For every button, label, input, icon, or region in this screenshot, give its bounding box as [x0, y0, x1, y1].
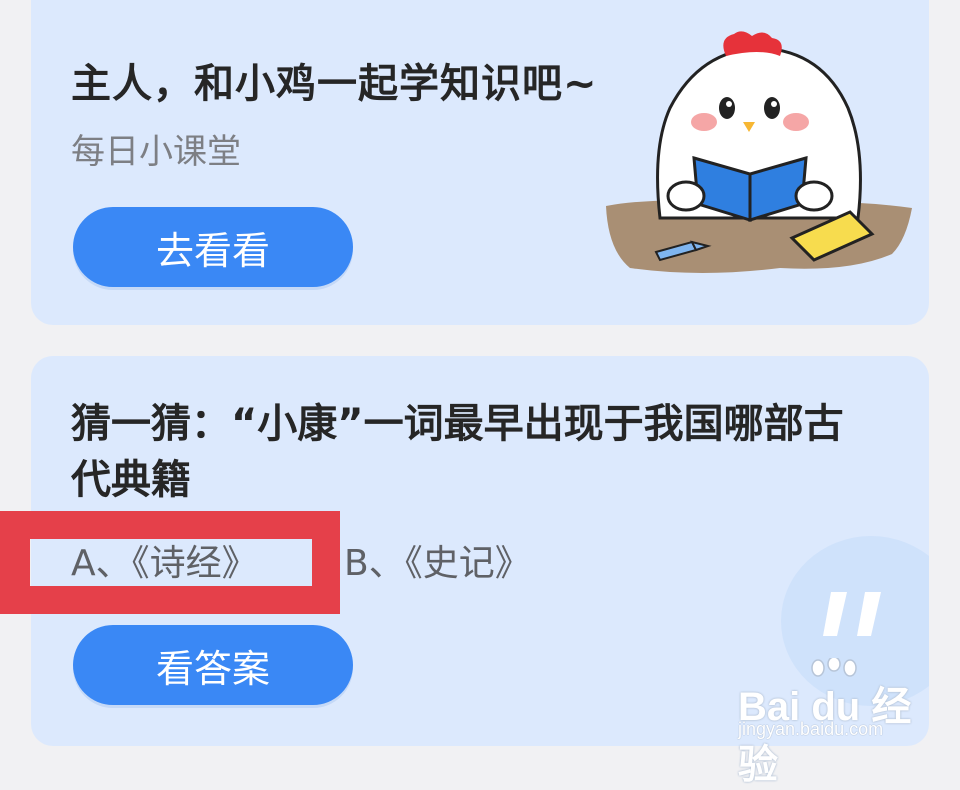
chicken-mascot-icon: [606, 31, 912, 273]
annotation-highlight-box: [0, 511, 340, 614]
go-see-button[interactable]: 去看看: [73, 207, 353, 287]
lesson-card-subtitle: 每日小课堂: [71, 132, 241, 172]
baidu-jingyan-watermark: Bai du 经验 jingyan.baidu.com: [738, 656, 918, 787]
watermark-url: jingyan.baidu.com: [738, 719, 884, 739]
lesson-card-title: 主人，和小鸡一起学知识吧~: [71, 61, 598, 107]
quiz-question: 猜一猜：“小康”一词最早出现于我国哪部古代典籍: [71, 401, 844, 503]
view-answer-button[interactable]: 看答案: [73, 625, 353, 705]
option-b[interactable]: B、《史记》: [344, 534, 531, 586]
